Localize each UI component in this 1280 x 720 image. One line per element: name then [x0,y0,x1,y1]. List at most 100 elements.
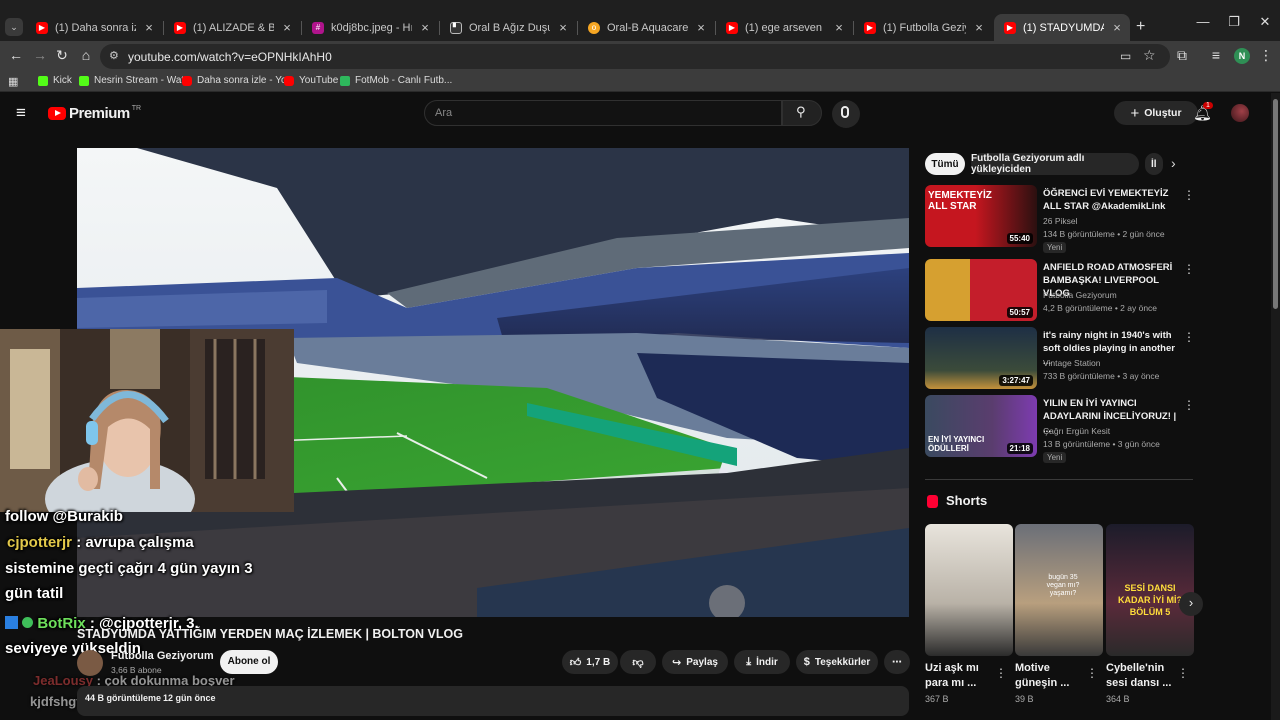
short-thumbnail[interactable]: SESİ DANSI KADAR İYİ Mİ? BÖLÜM 5 [1106,524,1194,656]
close-icon[interactable]: × [694,20,708,35]
bookmark-watch-later[interactable]: Daha sonra izle - Yo... [182,75,295,86]
address-bar[interactable]: ⚙ youtube.com/watch?v=eOPNHkIAhH0 ▭ ☆ [100,44,1170,69]
dislike-button[interactable]: 👎︎ [620,650,656,674]
short-title[interactable]: Uzi aşk mı para mı ... [925,661,995,691]
media-controls-icon[interactable]: ≡ [1206,47,1226,63]
channel-name[interactable]: Futbolla Geziyorum [111,650,214,662]
short-views: 364 B [1106,694,1130,704]
more-options-icon[interactable]: ⋮ [1177,667,1189,679]
tab-futbolla[interactable]: ▶(1) Futbolla Geziyorum - Y× [854,14,992,41]
profile-avatar[interactable]: N [1234,48,1250,64]
more-actions-button[interactable]: ⋯ [884,650,910,674]
forward-arrow-icon[interactable]: → [30,47,50,63]
video-title: STADYUMDA YATTIĞIM YERDEN MAÇ İZLEMEK | … [77,627,463,641]
tab-alizade[interactable]: ▶(1) ALIZADE & BEGE - 24/7× [164,14,300,41]
youtube-icon: ▶ [726,21,738,34]
chevron-right-icon[interactable]: › [1171,155,1176,171]
like-button[interactable]: 👍︎ 1,7 B [562,650,618,674]
short-thumbnail[interactable]: bugün 35 vegan mı? yaşamı? [1015,524,1103,656]
minimize-icon[interactable]: — [1188,14,1218,29]
microphone-icon [841,106,849,118]
account-avatar[interactable] [1231,104,1249,122]
download-button[interactable]: ⤓ İndir [734,650,790,674]
thumbs-down-icon: 👎︎ [632,656,644,669]
hamburger-menu-icon[interactable]: ≡ [16,103,26,123]
bookmark-kick[interactable]: Kick [38,75,72,86]
divider [925,479,1193,480]
shorts-icon [927,495,938,508]
chip-all[interactable]: Tümü [925,153,965,175]
subscribe-button[interactable]: Abone ol [220,650,278,674]
short-thumbnail[interactable] [925,524,1013,656]
close-icon[interactable]: × [556,20,570,35]
kick-icon [38,75,48,86]
tab-oral-b-1[interactable]: ▘Oral B Ağız Duşu ile Ağız× [440,14,576,41]
shopping-icon: ▘ [450,21,462,34]
close-icon[interactable]: × [1110,20,1124,35]
recommended-video[interactable]: YEMEKTEYİZ ALL STAR 55:40 ÖĞRENCİ EVİ YE… [925,185,1195,253]
youtube-page: ≡ Premium TR Ara ⚲ + Oluştur 🔔︎ 1 follow… [0,93,1280,720]
recommended-video[interactable]: EN İYİ YAYINCI ÖDÜLLERİ 21:18 YILIN EN İ… [925,395,1195,463]
more-options-icon[interactable]: ⋮ [1183,331,1195,343]
bookmark-nesrin[interactable]: Nesrin Stream - Wat... [79,75,193,86]
chip-from-uploader[interactable]: Futbolla Geziyorum adlı yükleyiciden [971,153,1139,175]
tab-watch-later[interactable]: ▶(1) Daha sonra izle - YouTube× [26,14,162,41]
back-arrow-icon[interactable]: ← [6,47,26,63]
chat-line: follow @Burakib [5,508,123,525]
tab-ege-arseven[interactable]: ▶(1) ege arseven | rage con× [716,14,852,41]
youtube-icon: ▶ [864,21,876,34]
window-close-icon[interactable]: ✕ [1250,14,1280,30]
tab-oral-b-2[interactable]: oOral-B Aquacare Oxyjet Su× [578,14,714,41]
share-icon: ↪ [672,656,682,669]
bookmark-star-icon[interactable]: ☆ [1143,47,1156,64]
shorts-next-button[interactable]: › [1179,592,1203,616]
search-icon: ⚲ [796,104,806,119]
more-options-icon[interactable]: ⋮ [1086,667,1098,679]
extensions-icon[interactable]: ⧉ [1172,47,1192,64]
bookmark-fotmob[interactable]: FotMob - Canlı Futb... [340,75,452,86]
short-views: 39 B [1015,694,1034,704]
bookmark-youtube[interactable]: YouTube [284,75,338,86]
search-button[interactable]: ⚲ [782,100,822,126]
tab-image[interactable]: #k0dj8bc.jpeg - Hızlı Resim× [302,14,438,41]
tab-search-button[interactable]: ⌄ [5,18,23,36]
more-options-icon[interactable]: ⋮ [995,667,1007,679]
restore-icon[interactable]: ❐ [1219,14,1249,30]
close-icon[interactable]: × [142,20,156,35]
shopping-icon: o [588,21,600,34]
voice-search-button[interactable] [832,100,860,128]
short-title[interactable]: Motive güneşin ... [1015,661,1085,691]
close-icon[interactable]: × [972,20,986,35]
youtube-icon: ▶ [36,21,48,34]
close-icon[interactable]: × [280,20,294,35]
tab-stadyumda-active[interactable]: ▶(1) STADYUMDA YATTIĞIM× [994,14,1130,41]
recommended-video[interactable]: 3:27:47 it's rainy night in 1940's with … [925,327,1195,393]
recommended-video[interactable]: 50:57 ANFIELD ROAD ATMOSFERİ BAMBAŞKA! L… [925,259,1195,325]
thanks-button[interactable]: $ Teşekkürler [796,650,878,674]
apps-grid-icon[interactable]: ▦ [8,75,18,88]
more-options-icon[interactable]: ⋮ [1183,189,1195,201]
thumbs-up-icon: 👍︎ [569,656,582,669]
create-button[interactable]: + Oluştur [1114,101,1198,125]
thanks-icon: $ [803,656,810,668]
scrollbar-thumb[interactable] [1273,99,1278,309]
browser-menu-icon[interactable]: ⋮ [1256,47,1276,64]
chip-related[interactable]: İl [1145,153,1163,175]
short-title[interactable]: Cybelle'nin sesi dansı ... [1106,661,1176,691]
reload-icon[interactable]: ↻ [52,47,72,64]
home-icon[interactable]: ⌂ [76,47,96,63]
more-options-icon[interactable]: ⋮ [1183,399,1195,411]
install-app-icon[interactable]: ▭ [1120,49,1131,63]
more-options-icon[interactable]: ⋮ [1183,263,1195,275]
description-box[interactable]: 44 B görüntüleme 12 gün önce [77,686,909,716]
page-scrollbar[interactable] [1271,93,1280,720]
new-tab-button[interactable]: + [1136,18,1145,36]
search-input[interactable]: Ara [424,100,782,126]
new-badge: Yeni [1043,242,1067,253]
close-icon[interactable]: × [418,20,432,35]
share-button[interactable]: ↪ Paylaş [662,650,728,674]
site-info-icon[interactable]: ⚙ [109,49,119,62]
bot-badge-icon [5,616,18,629]
close-icon[interactable]: × [832,20,846,35]
youtube-logo[interactable]: Premium TR [48,105,141,122]
